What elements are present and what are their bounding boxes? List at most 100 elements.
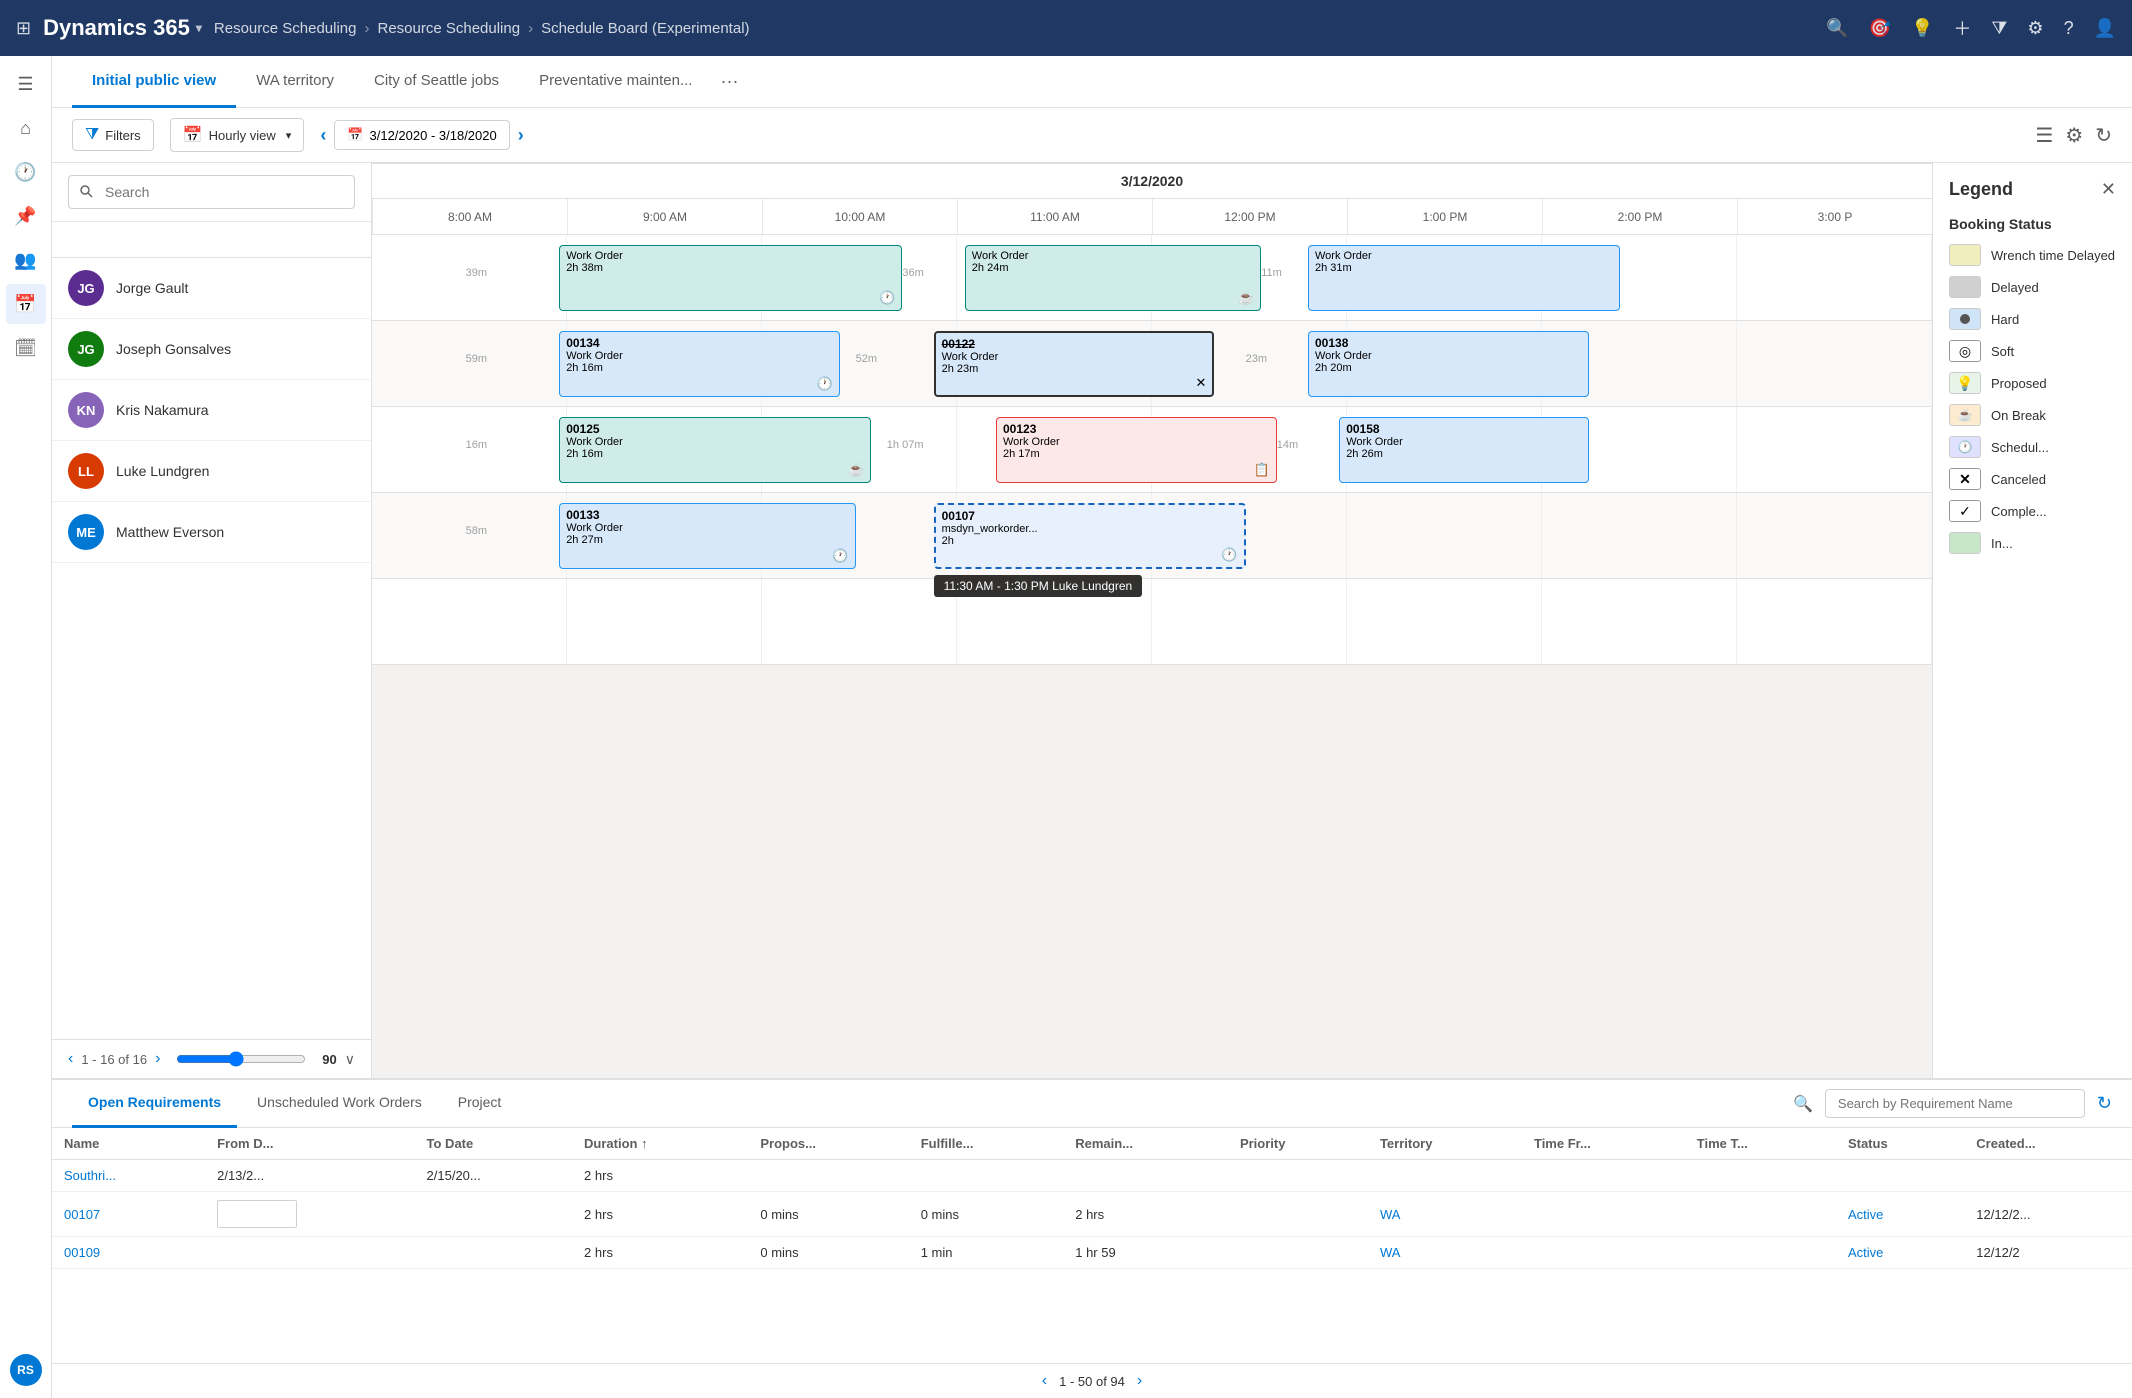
booking-luke-1[interactable]: 00133 Work Order 2h 27m 🕐 [559, 503, 855, 569]
booking-icon: ☕ [848, 462, 864, 478]
row-2-territory[interactable]: WA [1380, 1207, 1400, 1222]
resource-search-box [52, 163, 371, 222]
row-2-name[interactable]: 00107 [64, 1207, 100, 1222]
cell-jorge-8 [1737, 235, 1932, 320]
col-to[interactable]: To Date [415, 1128, 573, 1160]
col-created[interactable]: Created... [1964, 1128, 2132, 1160]
sidebar-calendar2[interactable]: 🗓 [6, 328, 46, 368]
hourly-view-button[interactable]: 📅 Hourly view ▾ [170, 118, 305, 152]
booking-jorge-1[interactable]: Work Order 2h 38m 🕐 [559, 245, 902, 311]
resource-joseph[interactable]: JG Joseph Gonsalves [52, 319, 371, 380]
booking-jorge-3[interactable]: Work Order 2h 31m [1308, 245, 1620, 311]
row-1-time-from [1522, 1160, 1685, 1192]
sidebar-calendar-active[interactable]: 📅 [6, 284, 46, 324]
row-2-status[interactable]: Active [1848, 1207, 1883, 1222]
booking-joseph-3[interactable]: 00138 Work Order 2h 20m [1308, 331, 1589, 397]
booking-id: 00134 [566, 336, 833, 350]
refresh-requirements-icon[interactable]: ↻ [2097, 1093, 2112, 1114]
legend-item-soft: ◎ Soft [1949, 340, 2116, 362]
next-page-button[interactable]: › [1137, 1372, 1142, 1390]
sidebar-people[interactable]: 👥 [6, 240, 46, 280]
col-from[interactable]: From D... [205, 1128, 414, 1160]
tab-wa-territory[interactable]: WA territory [236, 56, 354, 108]
user-avatar-sidebar[interactable]: RS [10, 1354, 42, 1386]
settings-nav-icon[interactable]: ⚙ [2027, 18, 2043, 39]
col-fulfilled[interactable]: Fulfille... [909, 1128, 1064, 1160]
tab-more-icon[interactable]: ··· [720, 71, 738, 92]
booking-kris-2[interactable]: 00123 Work Order 2h 17m 📋 [996, 417, 1277, 483]
requirement-search-input[interactable] [1825, 1089, 2085, 1118]
legend-swatch-delayed [1949, 276, 1981, 298]
filters-button[interactable]: ⧩ Filters [72, 119, 154, 151]
legend-item-scheduled: 🕐 Schedul... [1949, 436, 2116, 458]
tab-project[interactable]: Project [442, 1080, 518, 1128]
resource-search-input[interactable] [68, 175, 355, 209]
legend-close-button[interactable]: ✕ [2101, 179, 2116, 200]
tab-city-seattle[interactable]: City of Seattle jobs [354, 56, 519, 108]
resource-kris[interactable]: KN Kris Nakamura [52, 380, 371, 441]
prev-date-button[interactable]: ‹ [320, 125, 326, 146]
booking-id: 00125 [566, 422, 864, 436]
refresh-icon[interactable]: ↻ [2095, 123, 2112, 148]
col-territory[interactable]: Territory [1368, 1128, 1522, 1160]
prev-page-button[interactable]: ‹ [1042, 1372, 1047, 1390]
schedule-rows-container: Work Order 2h 38m 🕐 39m Work Order 2h 24… [372, 235, 1932, 1078]
prev-resource-button[interactable]: ‹ [68, 1050, 73, 1068]
row-2-from-input[interactable] [217, 1200, 297, 1228]
table-row: Southri... 2/13/2... 2/15/20... 2 hrs [52, 1160, 2132, 1192]
grid-icon[interactable]: ⊞ [16, 18, 31, 39]
col-remaining[interactable]: Remain... [1063, 1128, 1228, 1160]
booking-joseph-1[interactable]: 00134 Work Order 2h 16m 🕐 [559, 331, 840, 397]
resource-jorge[interactable]: JG Jorge Gault [52, 258, 371, 319]
list-view-icon[interactable]: ☰ [2035, 123, 2053, 148]
breadcrumb: Resource Scheduling › Resource Schedulin… [214, 20, 750, 37]
lightbulb-icon[interactable]: 💡 [1911, 18, 1933, 39]
resource-luke[interactable]: LL Luke Lundgren [52, 441, 371, 502]
booking-jorge-2[interactable]: Work Order 2h 24m ☕ [965, 245, 1261, 311]
col-status[interactable]: Status [1836, 1128, 1964, 1160]
next-resource-button[interactable]: › [155, 1050, 160, 1068]
col-time-from[interactable]: Time Fr... [1522, 1128, 1685, 1160]
tab-preventative[interactable]: Preventative mainten... [519, 56, 712, 108]
app-title-dropdown[interactable]: ▾ [196, 21, 202, 35]
legend-item-proposed: 💡 Proposed [1949, 372, 2116, 394]
row-1-name[interactable]: Southri... [64, 1168, 116, 1183]
date-navigation: ‹ 📅 3/12/2020 - 3/18/2020 › [320, 120, 523, 150]
col-proposed[interactable]: Propos... [748, 1128, 908, 1160]
col-priority[interactable]: Priority [1228, 1128, 1368, 1160]
sidebar-home[interactable]: ⌂ [6, 108, 46, 148]
row-2-created: 12/12/2... [1964, 1192, 2132, 1237]
date-range-button[interactable]: 📅 3/12/2020 - 3/18/2020 [334, 120, 509, 150]
tab-open-requirements[interactable]: Open Requirements [72, 1080, 237, 1128]
tab-initial-public[interactable]: Initial public view [72, 56, 236, 108]
booking-label: Work Order [1003, 436, 1270, 448]
help-icon[interactable]: ? [2064, 18, 2074, 39]
sidebar-hamburger[interactable]: ☰ [6, 64, 46, 104]
booking-joseph-2[interactable]: 00122 Work Order 2h 23m ✕ [934, 331, 1215, 397]
collapse-icon[interactable]: ∨ [345, 1051, 355, 1068]
zoom-slider[interactable] [176, 1051, 306, 1067]
row-3-status[interactable]: Active [1848, 1245, 1883, 1260]
user-icon[interactable]: 👤 [2094, 18, 2116, 39]
resource-matthew[interactable]: ME Matthew Everson [52, 502, 371, 563]
search-nav-icon[interactable]: 🔍 [1826, 18, 1848, 39]
row-3-created: 12/12/2 [1964, 1237, 2132, 1269]
booking-kris-1[interactable]: 00125 Work Order 2h 16m ☕ [559, 417, 871, 483]
settings-schedule-icon[interactable]: ⚙ [2065, 123, 2083, 148]
avatar-matthew: ME [68, 514, 104, 550]
row-3-territory[interactable]: WA [1380, 1245, 1400, 1260]
sidebar-pinned[interactable]: 📌 [6, 196, 46, 236]
next-date-button[interactable]: › [518, 125, 524, 146]
target-icon[interactable]: 🎯 [1869, 18, 1891, 39]
row-3-name[interactable]: 00109 [64, 1245, 100, 1260]
col-name[interactable]: Name [52, 1128, 205, 1160]
legend-title: Legend [1949, 179, 2013, 200]
tab-unscheduled[interactable]: Unscheduled Work Orders [241, 1080, 438, 1128]
col-duration[interactable]: Duration ↑ [572, 1128, 748, 1160]
filter-nav-icon[interactable]: ⧩ [1991, 18, 2007, 39]
col-time-to[interactable]: Time T... [1685, 1128, 1836, 1160]
booking-kris-3[interactable]: 00158 Work Order 2h 26m [1339, 417, 1589, 483]
sidebar-recent[interactable]: 🕐 [6, 152, 46, 192]
plus-icon[interactable]: ＋ [1953, 15, 1971, 41]
booking-luke-2[interactable]: 00107 msdyn_workorder... 2h 🕐 [934, 503, 1246, 569]
